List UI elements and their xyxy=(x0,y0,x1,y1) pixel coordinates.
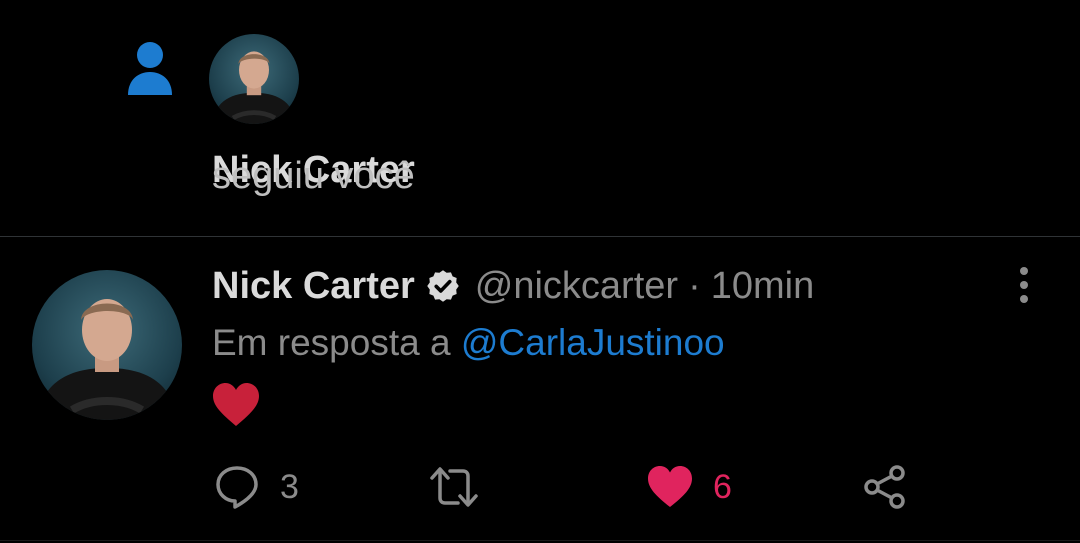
more-vertical-icon[interactable] xyxy=(1014,265,1034,305)
divider xyxy=(0,540,1080,541)
avatar[interactable] xyxy=(209,34,299,124)
reply-prefix: Em resposta a xyxy=(212,322,451,363)
reply-count: 3 xyxy=(280,467,299,506)
red-heart-emoji xyxy=(213,383,259,426)
separator-dot: · xyxy=(688,264,701,307)
user-handle[interactable]: @nickcarter xyxy=(475,265,678,308)
like-count: 6 xyxy=(713,467,732,506)
follow-notification[interactable]: Nick Carter seguiu você xyxy=(0,0,1080,236)
tweet[interactable]: Nick Carter @nickcarter · 10min Em respo… xyxy=(0,237,1080,543)
reply-context: Em resposta a @CarlaJustinoo xyxy=(212,321,725,365)
reply-button[interactable]: 3 xyxy=(214,459,299,515)
user-name[interactable]: Nick Carter xyxy=(212,265,415,308)
share-button[interactable] xyxy=(862,459,908,515)
verified-badge-icon xyxy=(427,270,459,302)
notification-text: Nick Carter seguiu você xyxy=(212,148,415,197)
reply-icon xyxy=(216,466,258,509)
avatar[interactable] xyxy=(32,270,182,420)
retweet-button[interactable] xyxy=(428,459,500,515)
share-icon xyxy=(864,465,905,509)
like-button[interactable]: 6 xyxy=(647,459,732,515)
tweet-timestamp[interactable]: 10min xyxy=(711,265,815,308)
heart-filled-icon xyxy=(648,466,692,507)
person-icon xyxy=(128,42,172,95)
tweet-actions: 3 6 xyxy=(0,459,1080,515)
tweet-header: Nick Carter @nickcarter · 10min xyxy=(212,264,814,308)
notification-action: seguiu você xyxy=(212,155,415,197)
retweet-icon xyxy=(430,467,478,507)
reply-mention-link[interactable]: @CarlaJustinoo xyxy=(461,322,725,363)
